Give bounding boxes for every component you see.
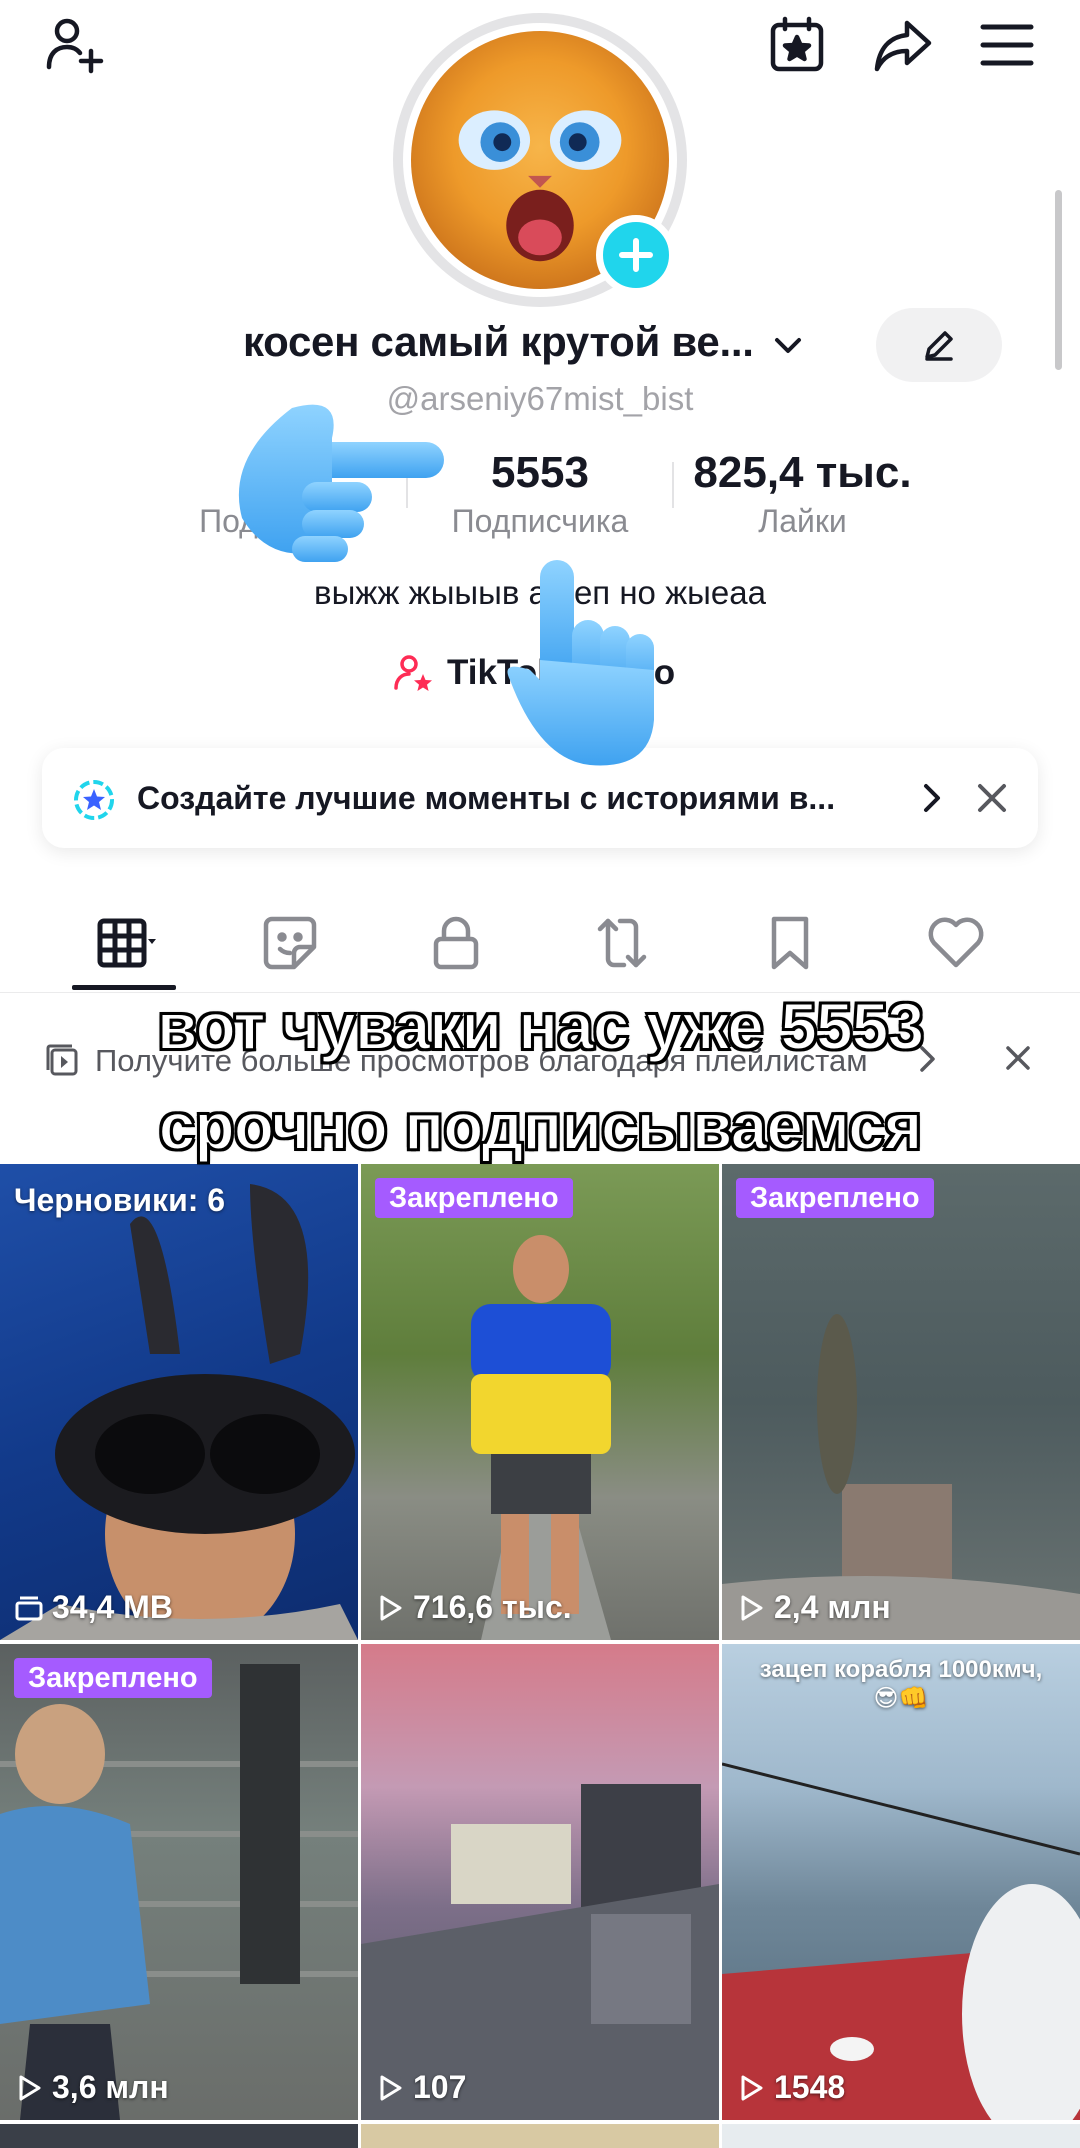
pinned-badge: Закреплено [14,1658,212,1698]
share-profile-button[interactable] [868,10,938,80]
profile-nickname[interactable]: косен самый крутой ве... [243,318,805,366]
pencil-icon [925,331,953,361]
video-views-text: 3,6 млн [52,2069,169,2105]
add-friend-button[interactable] [38,10,108,80]
share-icon [874,20,932,72]
video-caption-text: зацеп корабля 1000кмч, [759,1656,1043,1683]
stat-followers-label: Подписчика [451,503,629,539]
video-caption-emoji: 😎👊 [873,1685,929,1712]
banner-text: Создайте лучшие моменты с историями в... [137,780,836,816]
video-tile[interactable] [361,2124,719,2148]
scrollbar[interactable] [1055,190,1062,370]
video-views-text: 107 [413,2069,467,2105]
edit-profile-button[interactable] [876,308,1002,382]
tab-stickers[interactable] [252,905,328,981]
add-user-icon [46,18,104,74]
chevron-down-icon [774,337,801,353]
tab-videos[interactable] [88,905,164,981]
video-views: 3,6 млн [14,2069,169,2106]
pointing-hand-down-icon [507,560,654,766]
studio-person-star-icon [394,655,432,691]
pinned-badge: Закреплено [736,1178,934,1218]
video-views-text: 1548 [774,2069,846,2105]
tab-private[interactable] [418,905,494,981]
video-views: 1548 [736,2069,845,2106]
video-views: 107 [375,2069,466,2106]
grid-icon [97,918,156,968]
pointing-hand-right-icon [238,404,444,562]
play-icon [19,2075,41,2100]
story-ring-icon [74,780,114,820]
stat-likes-value: 825,4 тыс. [693,448,912,497]
play-icon [741,1595,763,1620]
hamburger-menu-icon [980,24,1034,66]
calendar-star-icon [770,16,824,72]
play-icon [741,2075,763,2100]
tab-favorites[interactable] [752,905,828,981]
lock-icon [433,916,479,970]
overlay-caption-line1: вот чуваки нас уже 5553 [156,988,925,1064]
stat-likes-label: Лайки [758,503,847,539]
pinned-badge: Закреплено [375,1178,573,1218]
play-icon [380,2075,402,2100]
profile-username: @arseniy67mist_bist [386,380,694,417]
video-tile[interactable]: зацеп корабля 1000кмч, 😎👊 1548 [722,1644,1080,2120]
menu-button[interactable] [972,10,1042,80]
video-views: 716,6 тыс. [375,1589,572,1626]
drafts-label: Черновики: 6 [14,1182,226,1218]
video-tile[interactable]: 107 [361,1644,719,2120]
video-views: 2,4 млн [736,1589,891,1626]
heart-icon [928,917,984,968]
activity-calendar-button[interactable] [762,10,832,80]
bookmark-icon [771,916,809,970]
video-tile-drafts[interactable]: Черновики: 6 34,4 MB [0,1164,358,1640]
plus-icon [619,238,653,272]
repost-icon [597,918,647,968]
stat-divider [672,462,674,508]
video-size: 34,4 MB [14,1589,173,1626]
video-tile[interactable] [0,2124,358,2148]
drafts-stack-icon [15,1596,43,1620]
video-views-text: 716,6 тыс. [413,1589,572,1625]
video-tile[interactable]: Закреплено 2,4 млн [722,1164,1080,1640]
video-views-text: 2,4 млн [774,1589,891,1625]
tab-reposts[interactable] [584,905,660,981]
video-size-text: 34,4 MB [52,1589,173,1625]
tab-liked[interactable] [918,905,994,981]
nickname-text: косен самый крутой ве... [243,318,754,365]
play-icon [380,1595,402,1620]
overlay-caption-line2: срочно подписываемся [158,1088,924,1164]
video-tile[interactable] [722,2124,1080,2148]
add-story-button[interactable] [596,215,676,295]
video-tile[interactable]: Закреплено 3,6 млн [0,1644,358,2120]
chevron-right-icon[interactable] [912,778,952,818]
stat-followers-value: 5553 [491,448,589,497]
video-tile[interactable]: Закреплено 716,6 тыс. [361,1164,719,1640]
sticker-icon [263,916,317,970]
video-caption: зацеп корабля 1000кмч, 😎👊 [722,1656,1080,1713]
close-icon[interactable] [972,778,1012,818]
